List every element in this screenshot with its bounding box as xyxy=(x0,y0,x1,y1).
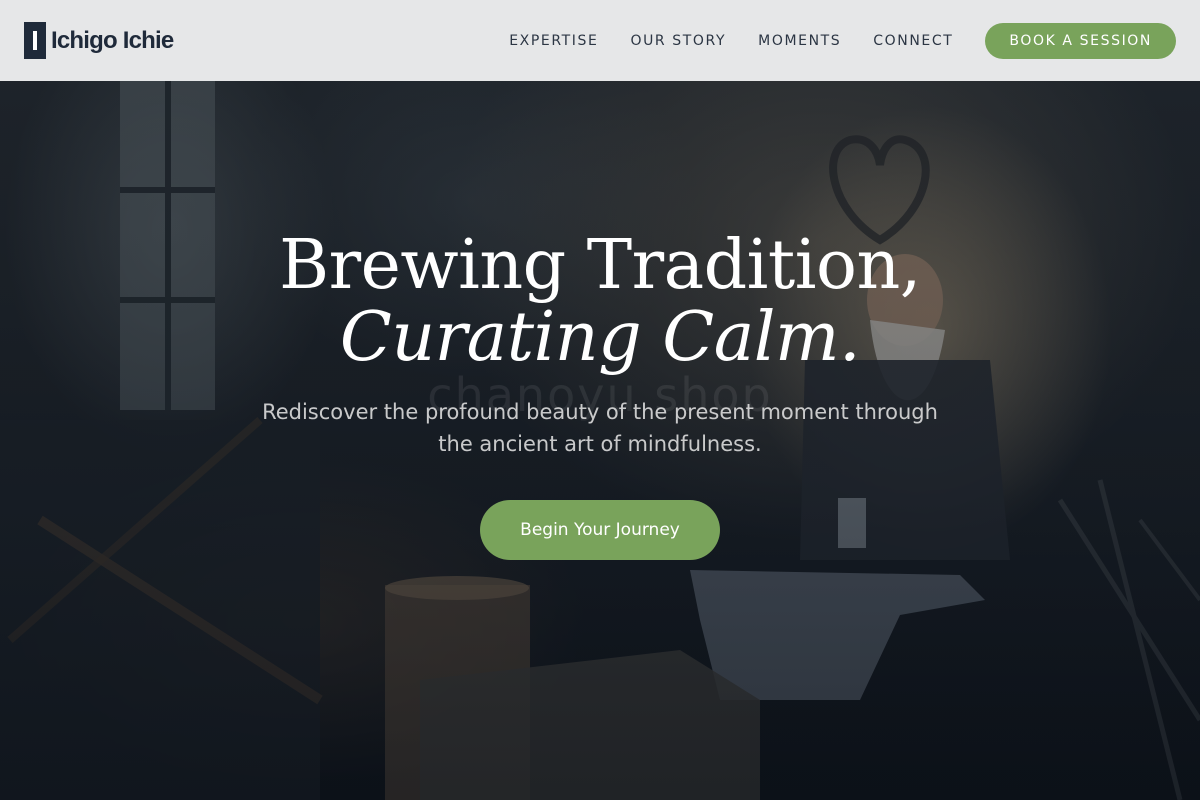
hero-title: Brewing Tradition, Curating Calm. xyxy=(0,230,1200,374)
hero-watermark-text: chanoyu shop xyxy=(427,368,773,422)
nav-link-expertise[interactable]: EXPERTISE xyxy=(509,33,598,49)
brand-logo[interactable]: Ichigo Ichie xyxy=(24,22,174,59)
hero-section: chanoyu shop Brewing Tradition, Curating… xyxy=(0,230,1200,560)
begin-journey-button[interactable]: Begin Your Journey xyxy=(480,500,720,560)
nav-link-moments[interactable]: MOMENTS xyxy=(758,33,841,49)
hero-title-line1: Brewing Tradition, xyxy=(279,226,921,305)
top-navbar: Ichigo Ichie EXPERTISE OUR STORY MOMENTS… xyxy=(0,0,1200,81)
hero-title-line2: Curating Calm. xyxy=(339,298,861,377)
brand-name: Ichigo Ichie xyxy=(51,26,174,54)
primary-nav: EXPERTISE OUR STORY MOMENTS CONNECT BOOK… xyxy=(509,22,1176,59)
nav-link-our-story[interactable]: OUR STORY xyxy=(630,33,726,49)
brand-mark-icon xyxy=(24,22,46,59)
nav-link-connect[interactable]: CONNECT xyxy=(873,33,953,49)
book-session-button[interactable]: BOOK A SESSION xyxy=(985,22,1176,59)
